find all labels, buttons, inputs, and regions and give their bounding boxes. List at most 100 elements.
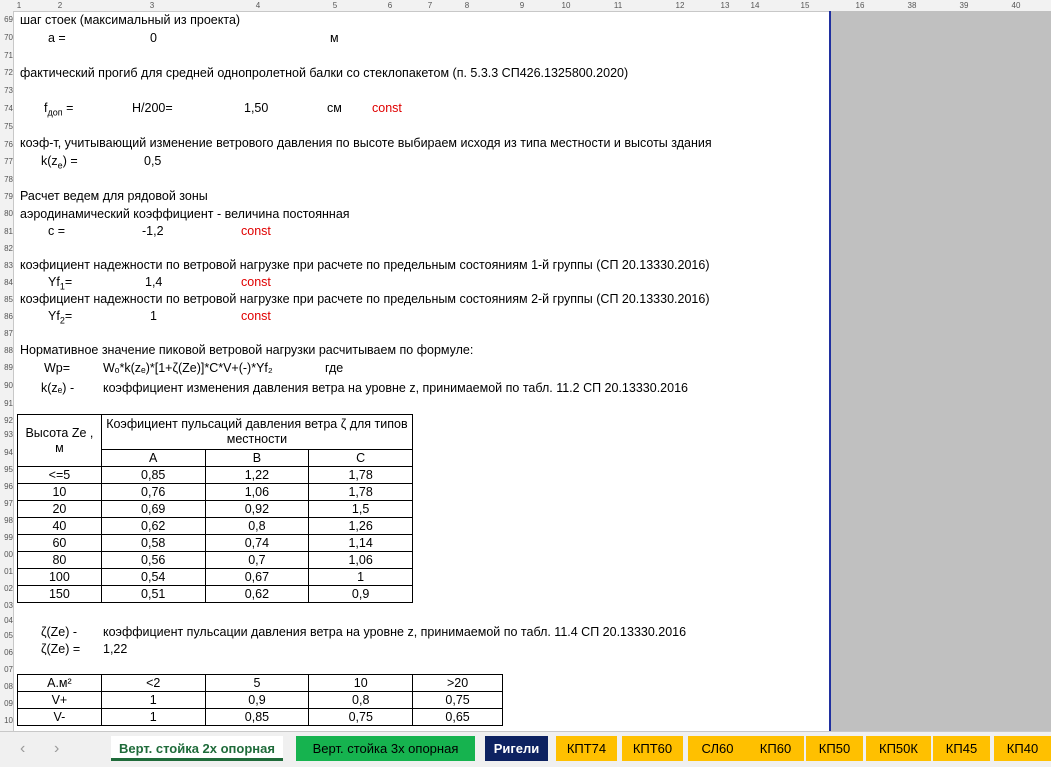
row-header[interactable]: 74 <box>0 104 13 114</box>
row-header[interactable]: 70 <box>0 33 13 43</box>
row-header[interactable]: 98 <box>0 516 13 526</box>
table-cell[interactable]: 0,75 <box>308 708 414 726</box>
row-header[interactable]: 08 <box>0 682 13 692</box>
const-label[interactable]: const <box>241 275 271 289</box>
col-header[interactable]: 12 <box>660 0 700 11</box>
col-header[interactable]: 11 <box>598 0 638 11</box>
table-cell[interactable]: 0,8 <box>308 691 414 709</box>
row-header[interactable]: 83 <box>0 261 13 271</box>
table-col-header[interactable]: А.м² <box>17 674 102 692</box>
table-col-header[interactable]: 10 <box>308 674 414 692</box>
table-cell[interactable]: V- <box>17 708 102 726</box>
row-header[interactable]: 05 <box>0 631 13 641</box>
row-header[interactable]: 06 <box>0 648 13 658</box>
table-header-coef[interactable]: Коэфициент пульсаций давления ветра ζ дл… <box>100 414 414 450</box>
row-header[interactable]: 90 <box>0 381 13 391</box>
table-col-header[interactable]: <2 <box>100 674 206 692</box>
cell-value[interactable]: -1,2 <box>142 224 164 238</box>
row-header[interactable]: 07 <box>0 665 13 675</box>
table-col-header[interactable]: C <box>308 449 413 467</box>
table-cell[interactable]: 0,9 <box>308 585 413 603</box>
row-header[interactable]: 99 <box>0 533 13 543</box>
col-header[interactable]: 40 <box>996 0 1036 11</box>
table-cell[interactable]: 0,65 <box>412 708 503 726</box>
cell-value[interactable]: 0 <box>150 31 157 45</box>
row-header[interactable]: 82 <box>0 244 13 254</box>
col-header[interactable]: 3 <box>132 0 172 11</box>
table-col-header[interactable]: >20 <box>412 674 503 692</box>
row-header[interactable]: 85 <box>0 295 13 305</box>
col-header[interactable]: 8 <box>447 0 487 11</box>
table-cell[interactable]: 1,06 <box>204 483 310 501</box>
cell-text[interactable]: Нормативное значение пиковой ветровой на… <box>20 343 473 357</box>
table-cell[interactable]: 0,75 <box>412 691 503 709</box>
row-header[interactable]: 71 <box>0 51 13 61</box>
cell-unit[interactable]: м <box>330 31 339 45</box>
table-cell[interactable]: 100 <box>17 568 102 586</box>
tab-scroll-right-icon[interactable]: › <box>54 740 59 758</box>
cell-value[interactable]: 0,5 <box>144 154 161 168</box>
cell-text[interactable]: аэродинамический коэффициент - величина … <box>20 207 350 221</box>
table-cell[interactable]: 1,14 <box>308 534 413 552</box>
col-header[interactable]: 39 <box>944 0 984 11</box>
row-header[interactable]: 97 <box>0 499 13 509</box>
cell-formula[interactable]: Wₒ*k(zₑ)*[1+ζ(Ze)]*C*V+(-)*Yf₂ <box>103 361 273 375</box>
table-cell[interactable]: 1,06 <box>308 551 413 569</box>
table-cell[interactable]: <=5 <box>17 466 102 484</box>
col-header[interactable]: 6 <box>370 0 410 11</box>
cell-text[interactable]: коэффициент изменения давления ветра на … <box>103 381 688 395</box>
row-header[interactable]: 92 <box>0 416 13 426</box>
table-cell[interactable]: 1,78 <box>308 483 413 501</box>
table-cell[interactable]: 150 <box>17 585 102 603</box>
const-label[interactable]: const <box>372 101 402 115</box>
row-header[interactable]: 96 <box>0 482 13 492</box>
table-col-header[interactable]: 5 <box>204 674 310 692</box>
row-header[interactable]: 93 <box>0 430 13 440</box>
cell-label[interactable]: Yf2= <box>48 309 72 326</box>
row-header[interactable]: 09 <box>0 699 13 709</box>
cell-label[interactable]: fдоп = <box>44 101 73 118</box>
table-cell[interactable]: 1,78 <box>308 466 413 484</box>
cell-value[interactable]: 1,4 <box>145 275 162 289</box>
row-header[interactable]: 77 <box>0 157 13 167</box>
row-header[interactable]: 76 <box>0 140 13 150</box>
row-header[interactable]: 84 <box>0 278 13 288</box>
col-header[interactable]: 38 <box>892 0 932 11</box>
row-header[interactable]: 73 <box>0 86 13 96</box>
row-header[interactable]: 69 <box>0 15 13 25</box>
table-cell[interactable]: 1,22 <box>204 466 310 484</box>
table-cell[interactable]: 0,76 <box>100 483 206 501</box>
table-col-header[interactable]: B <box>204 449 310 467</box>
table-cell[interactable]: 0,62 <box>100 517 206 535</box>
row-header[interactable]: 78 <box>0 175 13 185</box>
tab-kpt60[interactable]: КПТ60 <box>622 736 683 761</box>
col-header[interactable]: 9 <box>502 0 542 11</box>
table-col-header[interactable]: A <box>100 449 206 467</box>
table-header-height[interactable]: Высота Ze , м <box>17 414 102 467</box>
table-cell[interactable]: 0,58 <box>100 534 206 552</box>
row-header[interactable]: 80 <box>0 209 13 219</box>
col-header[interactable]: 4 <box>238 0 278 11</box>
tab-vert-stoyka-3[interactable]: Верт. стойка 3х опорная <box>296 736 475 761</box>
tab-kp60[interactable]: КП60 <box>747 736 804 761</box>
row-header[interactable]: 79 <box>0 192 13 202</box>
table-cell[interactable]: 0,69 <box>100 500 206 518</box>
tab-rigeli[interactable]: Ригели <box>485 736 548 761</box>
row-header[interactable]: 02 <box>0 584 13 594</box>
const-label[interactable]: const <box>241 224 271 238</box>
table-cell[interactable]: V+ <box>17 691 102 709</box>
row-header[interactable]: 86 <box>0 312 13 322</box>
cell-text[interactable]: фактический прогиб для средней однопроле… <box>20 66 628 80</box>
cell-label[interactable]: c = <box>48 224 65 238</box>
table-cell[interactable]: 0,74 <box>204 534 310 552</box>
cell-label[interactable]: k(ze) = <box>41 154 78 171</box>
table-cell[interactable]: 0,85 <box>100 466 206 484</box>
table-cell[interactable]: 0,67 <box>204 568 310 586</box>
cell-label[interactable]: Wp= <box>44 361 70 375</box>
tab-scroll-left-icon[interactable]: ‹ <box>20 740 25 758</box>
table-cell[interactable]: 20 <box>17 500 102 518</box>
row-header[interactable]: 88 <box>0 346 13 356</box>
cell-text[interactable]: коэфициент надежности по ветровой нагруз… <box>20 258 709 272</box>
cell-value[interactable]: 1,22 <box>103 642 127 656</box>
table-cell[interactable]: 0,51 <box>100 585 206 603</box>
